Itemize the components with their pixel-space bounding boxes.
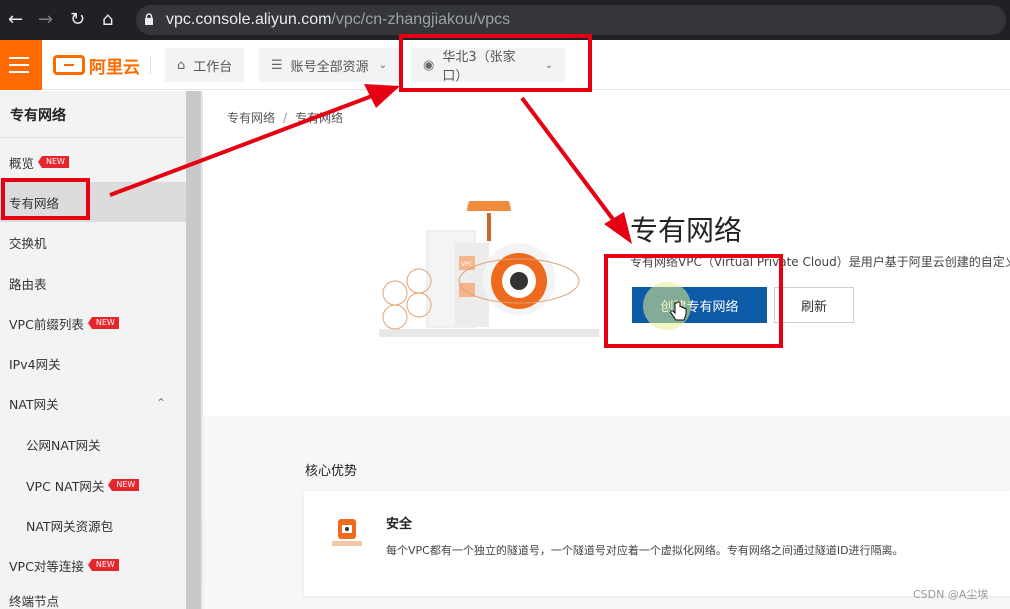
chevron-down-icon: ⌄ [378, 59, 388, 71]
refresh-button[interactable]: 刷新 [774, 287, 854, 323]
sidebar: 专有网络 概览 NEW 专有网络 交换机 路由表 VPC前缀列表 NEW IPv… [0, 91, 201, 609]
sidebar-item-vswitch[interactable]: 交换机 [0, 222, 186, 262]
divider [0, 137, 186, 138]
main-content: 专有网络 / 专有网络 VPC 专有网络 专有网络VPC（Virtual Priva… [203, 91, 1010, 609]
list-icon: ☰ [271, 57, 283, 73]
sidebar-item-overview[interactable]: 概览 NEW [0, 142, 186, 182]
page-title: 专有网络 [630, 214, 743, 247]
sidebar-item-ipv4-gateway[interactable]: IPv4网关 [0, 343, 186, 383]
sidebar-item-nat-gateway[interactable]: NAT网关 ⌃ [0, 383, 186, 423]
address-bar[interactable]: vpc.console.aliyun.com/vpc/cn-zhangjiako… [136, 5, 1006, 35]
annotation-box-create-button [604, 254, 783, 348]
divider [150, 56, 151, 74]
sidebar-title: 专有网络 [10, 108, 66, 124]
advantages-title: 核心优势 [305, 464, 358, 479]
chevron-up-icon[interactable]: ⌃ [156, 396, 166, 410]
workbench-button[interactable]: ⌂ 工作台 [165, 48, 245, 82]
breadcrumb: 专有网络 / 专有网络 [227, 111, 344, 125]
card-title: 安全 [386, 517, 413, 532]
watermark: CSDN @A尘埃 [913, 588, 989, 601]
sidebar-item-vpc-peering[interactable]: VPC对等连接 NEW [0, 545, 186, 585]
sidebar-item-route-table[interactable]: 路由表 [0, 263, 186, 303]
forward-icon[interactable]: → [38, 9, 53, 31]
annotation-box-sidebar-vpc [1, 178, 90, 220]
sidebar-item-nat-resource-pack[interactable]: NAT网关资源包 [0, 505, 186, 545]
aliyun-logo[interactable]: 阿里云 [53, 53, 140, 78]
advantage-card: 安全 每个VPC都有一个独立的隧道号，一个隧道号对应着一个虚拟化网络。专有网络之… [304, 491, 1010, 596]
back-icon[interactable]: ← [8, 9, 23, 31]
home-icon[interactable]: ⌂ [102, 9, 113, 31]
new-badge: NEW [87, 317, 119, 329]
new-badge: NEW [108, 479, 140, 491]
sidebar-item-public-nat[interactable]: 公网NAT网关 [0, 424, 186, 464]
home-icon: ⌂ [177, 57, 186, 73]
svg-text:VPC: VPC [461, 261, 473, 268]
new-badge: NEW [87, 559, 119, 571]
security-icon [332, 519, 362, 546]
breadcrumb-root[interactable]: 专有网络 [227, 111, 275, 125]
aliyun-logo-icon [53, 55, 85, 75]
menu-toggle-button[interactable] [0, 40, 42, 90]
lock-icon [145, 13, 153, 25]
sidebar-item-endpoint[interactable]: 终端节点 [0, 585, 186, 609]
annotation-box-region [399, 34, 592, 92]
sidebar-item-vpc-nat[interactable]: VPC NAT网关 NEW [0, 465, 186, 505]
url-text: vpc.console.aliyun.com/vpc/cn-zhangjiako… [166, 11, 511, 28]
breadcrumb-current: 专有网络 [295, 111, 344, 125]
sidebar-item-prefix-list[interactable]: VPC前缀列表 NEW [0, 303, 186, 343]
vpc-illustration: VPC [379, 201, 599, 337]
resources-dropdown[interactable]: ☰ 账号全部资源 ⌄ [259, 48, 400, 82]
sidebar-scrollbar[interactable] [186, 91, 201, 609]
reload-icon[interactable]: ↻ [70, 9, 85, 31]
card-description: 每个VPC都有一个独立的隧道号，一个隧道号对应着一个虚拟化网络。专有网络之间通过… [386, 544, 904, 557]
new-badge: NEW [38, 156, 69, 168]
